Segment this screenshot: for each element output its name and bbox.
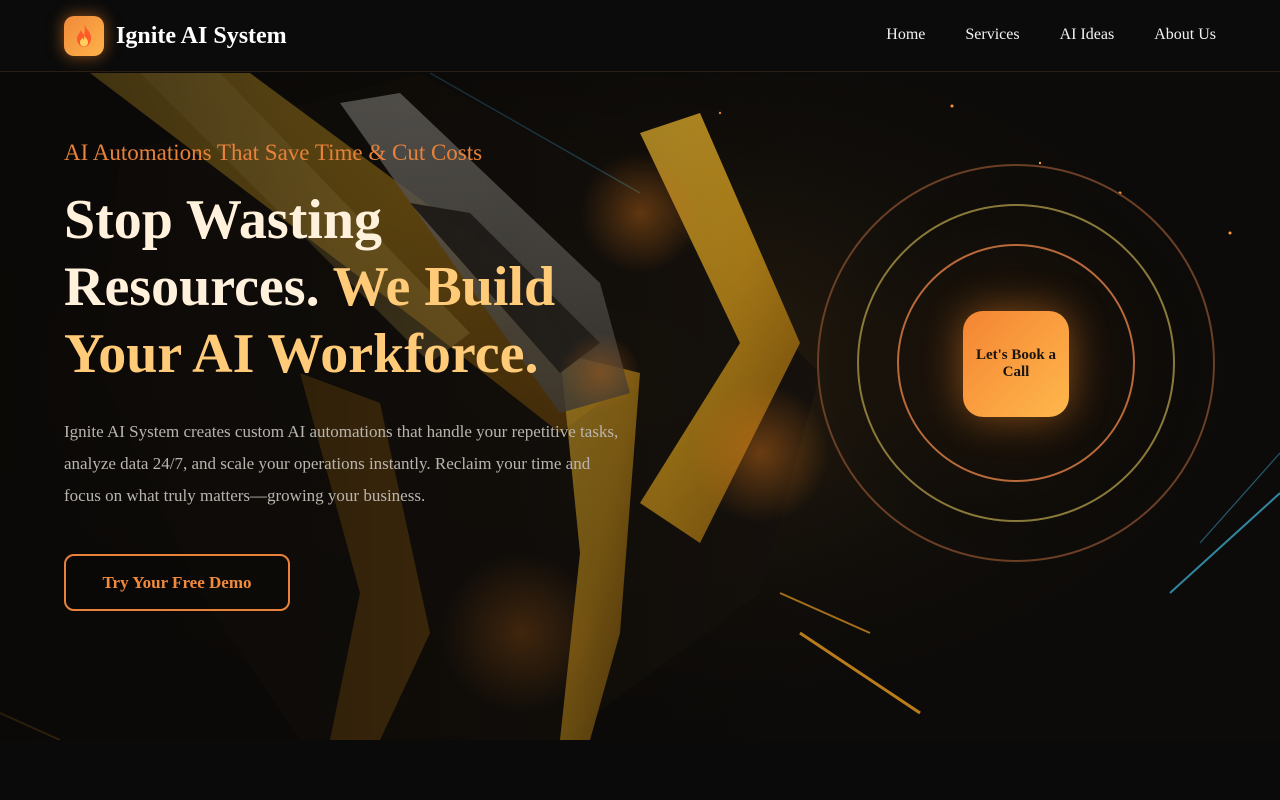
headline-line-2b: We Build [332, 255, 556, 318]
below-hero-band [0, 740, 1280, 800]
brand-name: Ignite AI System [116, 22, 287, 49]
hero-tagline: AI Automations That Save Time & Cut Cost… [64, 140, 483, 165]
flame-icon [64, 16, 104, 56]
top-navbar: Ignite AI System Home Services AI Ideas … [0, 0, 1280, 72]
headline-line-2a: Resources. [64, 255, 320, 318]
hero-content: AI Automations That Save Time & Cut Cost… [64, 139, 624, 611]
hero-description: Ignite AI System creates custom AI autom… [64, 421, 619, 505]
headline-line-3: Your AI Workforce. [64, 322, 539, 385]
landing-page: Ignite AI System Home Services AI Ideas … [0, 0, 1280, 800]
try-free-demo-button[interactable]: Try Your Free Demo [64, 554, 290, 611]
hero-section: AI Automations That Save Time & Cut Cost… [0, 73, 1280, 740]
nav-link-services[interactable]: Services [965, 26, 1019, 44]
brand[interactable]: Ignite AI System [64, 16, 287, 56]
headline-line-1: Stop Wasting [64, 188, 382, 251]
book-call-button[interactable]: Let's Book a Call [963, 311, 1069, 417]
nav-link-about-us[interactable]: About Us [1154, 26, 1216, 44]
nav-link-ai-ideas[interactable]: AI Ideas [1060, 26, 1115, 44]
nav-links: Home Services AI Ideas About Us [886, 26, 1216, 44]
nav-link-home[interactable]: Home [886, 26, 925, 44]
hero-headline: Stop Wasting Resources. We Build Your AI… [64, 187, 624, 388]
